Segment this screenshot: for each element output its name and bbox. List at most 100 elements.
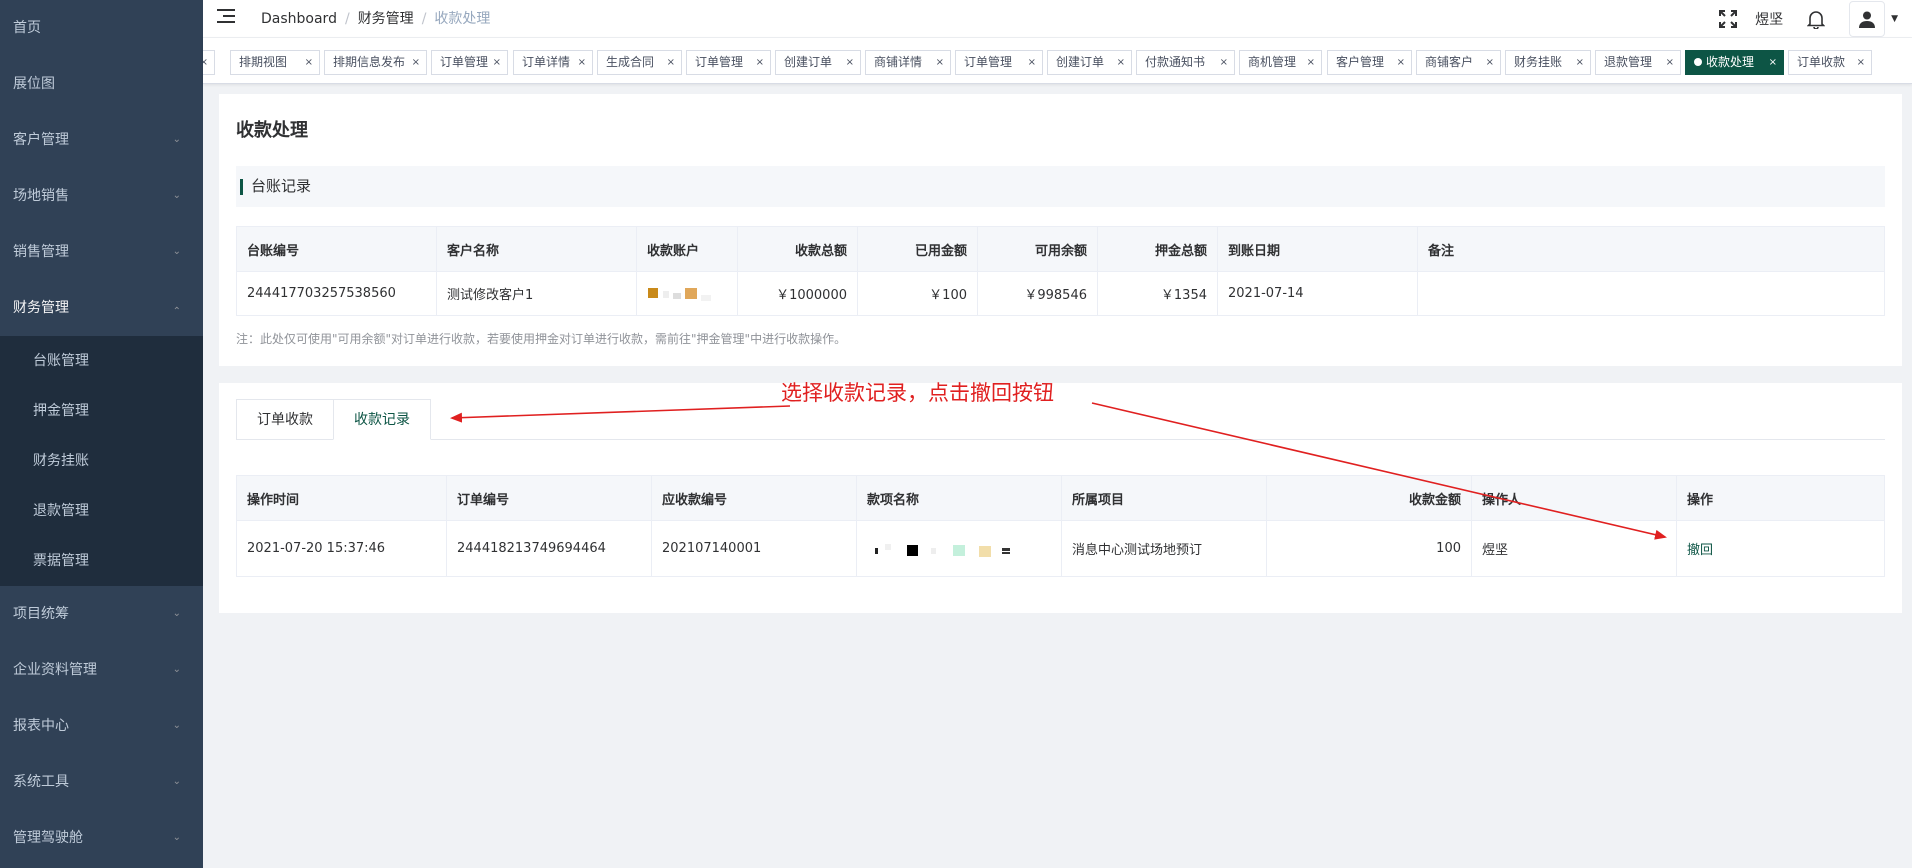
sidebar-item-customer[interactable]: 客户管理 ⌄ (0, 112, 203, 168)
sidebar-item-label: 系统工具 (13, 774, 69, 790)
breadcrumb-finance[interactable]: 财务管理 (358, 11, 414, 27)
sidebar-item-sales[interactable]: 销售管理 ⌄ (0, 224, 203, 280)
close-icon[interactable]: × (305, 51, 313, 74)
withdraw-button[interactable]: 撤回 (1687, 543, 1713, 558)
sidebar-item-invoice[interactable]: 票据管理 (0, 536, 203, 586)
close-icon[interactable]: × (756, 51, 764, 74)
ledger-id: 244417703257538560 (236, 271, 437, 316)
tab-order-payment[interactable]: 订单收款 (236, 399, 334, 440)
bell-icon[interactable] (1805, 8, 1827, 30)
chevron-down-icon: ⌄ (172, 776, 181, 787)
close-icon[interactable]: × (1397, 51, 1405, 74)
sidebar-item-finance[interactable]: 财务管理 ⌃ (0, 280, 203, 336)
sidebar-item-booth-map[interactable]: 展位图 (0, 56, 203, 112)
tag-item[interactable]: 订单管理 × (955, 50, 1043, 75)
tag-item[interactable]: 客户管理 × (1327, 50, 1412, 75)
close-icon[interactable]: × (1220, 51, 1228, 74)
column-header: 押金总额 (1097, 226, 1218, 272)
close-icon[interactable]: × (203, 51, 208, 74)
records-table: 操作时间 订单编号 应收款编号 款项名称 所属项目 收款金额 操作人 操作 20… (236, 475, 1885, 577)
close-icon[interactable]: × (846, 51, 854, 74)
records-card: 订单收款 收款记录 操作时间 订单编号 应收款编号 款项名称 所属项目 收款金额… (219, 383, 1902, 613)
close-icon[interactable]: × (1857, 51, 1865, 74)
tag-item[interactable]: 商铺详情 × (865, 50, 951, 75)
account-redacted (636, 271, 738, 316)
tabs: 订单收款 收款记录 (236, 399, 1885, 440)
finance-submenu: 台账管理 押金管理 财务挂账 退款管理 票据管理 (0, 336, 203, 586)
tag-item[interactable]: 订单管理 × (686, 50, 771, 75)
sidebar-item-refund[interactable]: 退款管理 (0, 486, 203, 536)
hamburger-icon[interactable] (217, 9, 235, 25)
tag-item[interactable]: 创建订单 × (1047, 50, 1132, 75)
sidebar-item-label: 客户管理 (13, 132, 69, 148)
tag-item[interactable]: 订单详情 × (513, 50, 593, 75)
sidebar-item-label: 首页 (13, 20, 41, 36)
caret-down-icon[interactable]: ▼ (1891, 14, 1898, 24)
page-title: 收款处理 (236, 120, 308, 141)
close-icon[interactable]: × (1576, 51, 1584, 74)
sidebar-item-label: 项目统筹 (13, 606, 69, 622)
sidebar-item-cockpit[interactable]: 管理驾驶舱 ⌄ (0, 810, 203, 866)
sidebar-item-venue-sales[interactable]: 场地销售 ⌄ (0, 168, 203, 224)
username[interactable]: 煜坚 (1755, 9, 1783, 29)
sidebar-item-home[interactable]: 首页 (0, 0, 203, 56)
chevron-down-icon: ⌄ (172, 190, 181, 201)
breadcrumb-current: 收款处理 (434, 11, 491, 27)
chevron-down-icon: ⌄ (172, 246, 181, 257)
tag-item[interactable]: 排期视图 × (230, 50, 320, 75)
tag-item[interactable]: 商机管理 × (1239, 50, 1322, 75)
sidebar-item-finance-pending[interactable]: 财务挂账 (0, 436, 203, 486)
ledger-table: 台账编号 客户名称 收款账户 收款总额 已用金额 可用余额 押金总额 到账日期 … (236, 226, 1885, 316)
sidebar-item-label: 场地销售 (13, 188, 69, 204)
avatar[interactable] (1849, 1, 1886, 37)
tag-item[interactable]: 订单收款 × (1788, 50, 1872, 75)
fullscreen-icon[interactable] (1717, 8, 1739, 30)
close-icon[interactable]: × (578, 51, 586, 74)
tag-item[interactable]: 创建订单 × (775, 50, 861, 75)
operation-time: 2021-07-20 15:37:46 (236, 520, 447, 577)
breadcrumb-dashboard[interactable]: Dashboard (261, 11, 337, 27)
table-row[interactable]: 244417703257538560 测试修改客户1 ￥1000000 ￥100… (236, 271, 1885, 316)
column-header: 操作时间 (236, 475, 447, 521)
close-icon[interactable]: × (1486, 51, 1494, 74)
deposit-total: ￥1354 (1097, 271, 1218, 316)
close-icon[interactable]: × (936, 51, 944, 74)
close-icon[interactable]: × (1117, 51, 1125, 74)
operator: 煜坚 (1471, 520, 1677, 577)
tag-item[interactable]: 排期信息发布 × (324, 50, 427, 75)
payment-item-redacted (856, 520, 1062, 577)
section-title: 台账记录 (236, 166, 1885, 207)
tag-item[interactable]: 财务挂账 × (1505, 50, 1591, 75)
close-icon[interactable]: × (412, 51, 420, 74)
column-header: 所属项目 (1061, 475, 1267, 521)
close-icon[interactable]: × (1307, 51, 1315, 74)
close-icon[interactable]: × (493, 51, 501, 74)
tag-item[interactable]: 订单管理 × (431, 50, 508, 75)
close-icon[interactable]: × (1666, 51, 1674, 74)
column-header: 订单编号 (446, 475, 652, 521)
column-header: 台账编号 (236, 226, 437, 272)
sidebar-item-deposit[interactable]: 押金管理 (0, 386, 203, 436)
tag-item[interactable]: 付款通知书 × (1136, 50, 1235, 75)
tag-item[interactable]: 商铺客户 × (1416, 50, 1501, 75)
table-header-row: 台账编号 客户名称 收款账户 收款总额 已用金额 可用余额 押金总额 到账日期 … (236, 226, 1885, 272)
tag-item[interactable]: 生成合同 × (597, 50, 682, 75)
sidebar: 首页 展位图 客户管理 ⌄ 场地销售 ⌄ 销售管理 ⌄ 财务管理 ⌃ 台账管理 押金管理… (0, 0, 203, 868)
close-icon[interactable]: × (667, 51, 675, 74)
tag-item[interactable]: 退款管理 × (1595, 50, 1681, 75)
sidebar-item-system-tools[interactable]: 系统工具 ⌄ (0, 754, 203, 810)
sidebar-item-project[interactable]: 项目统筹 ⌄ (0, 586, 203, 642)
close-icon[interactable]: × (1769, 51, 1777, 74)
tag-overflow[interactable]: × (203, 50, 215, 75)
column-header: 收款金额 (1266, 475, 1472, 521)
sidebar-item-ledger[interactable]: 台账管理 (0, 336, 203, 386)
navbar: Dashboard / 财务管理 / 收款处理 煜坚 ▼ (203, 0, 1912, 38)
tag-item-active[interactable]: 收款处理 × (1685, 50, 1784, 75)
table-row[interactable]: 2021-07-20 15:37:46 244418213749694464 2… (236, 520, 1885, 577)
sidebar-item-label: 报表中心 (13, 718, 69, 734)
column-header: 应收款编号 (651, 475, 857, 521)
sidebar-item-company-data[interactable]: 企业资料管理 ⌄ (0, 642, 203, 698)
sidebar-item-reports[interactable]: 报表中心 ⌄ (0, 698, 203, 754)
tab-payment-records[interactable]: 收款记录 (333, 399, 431, 440)
close-icon[interactable]: × (1028, 51, 1036, 74)
